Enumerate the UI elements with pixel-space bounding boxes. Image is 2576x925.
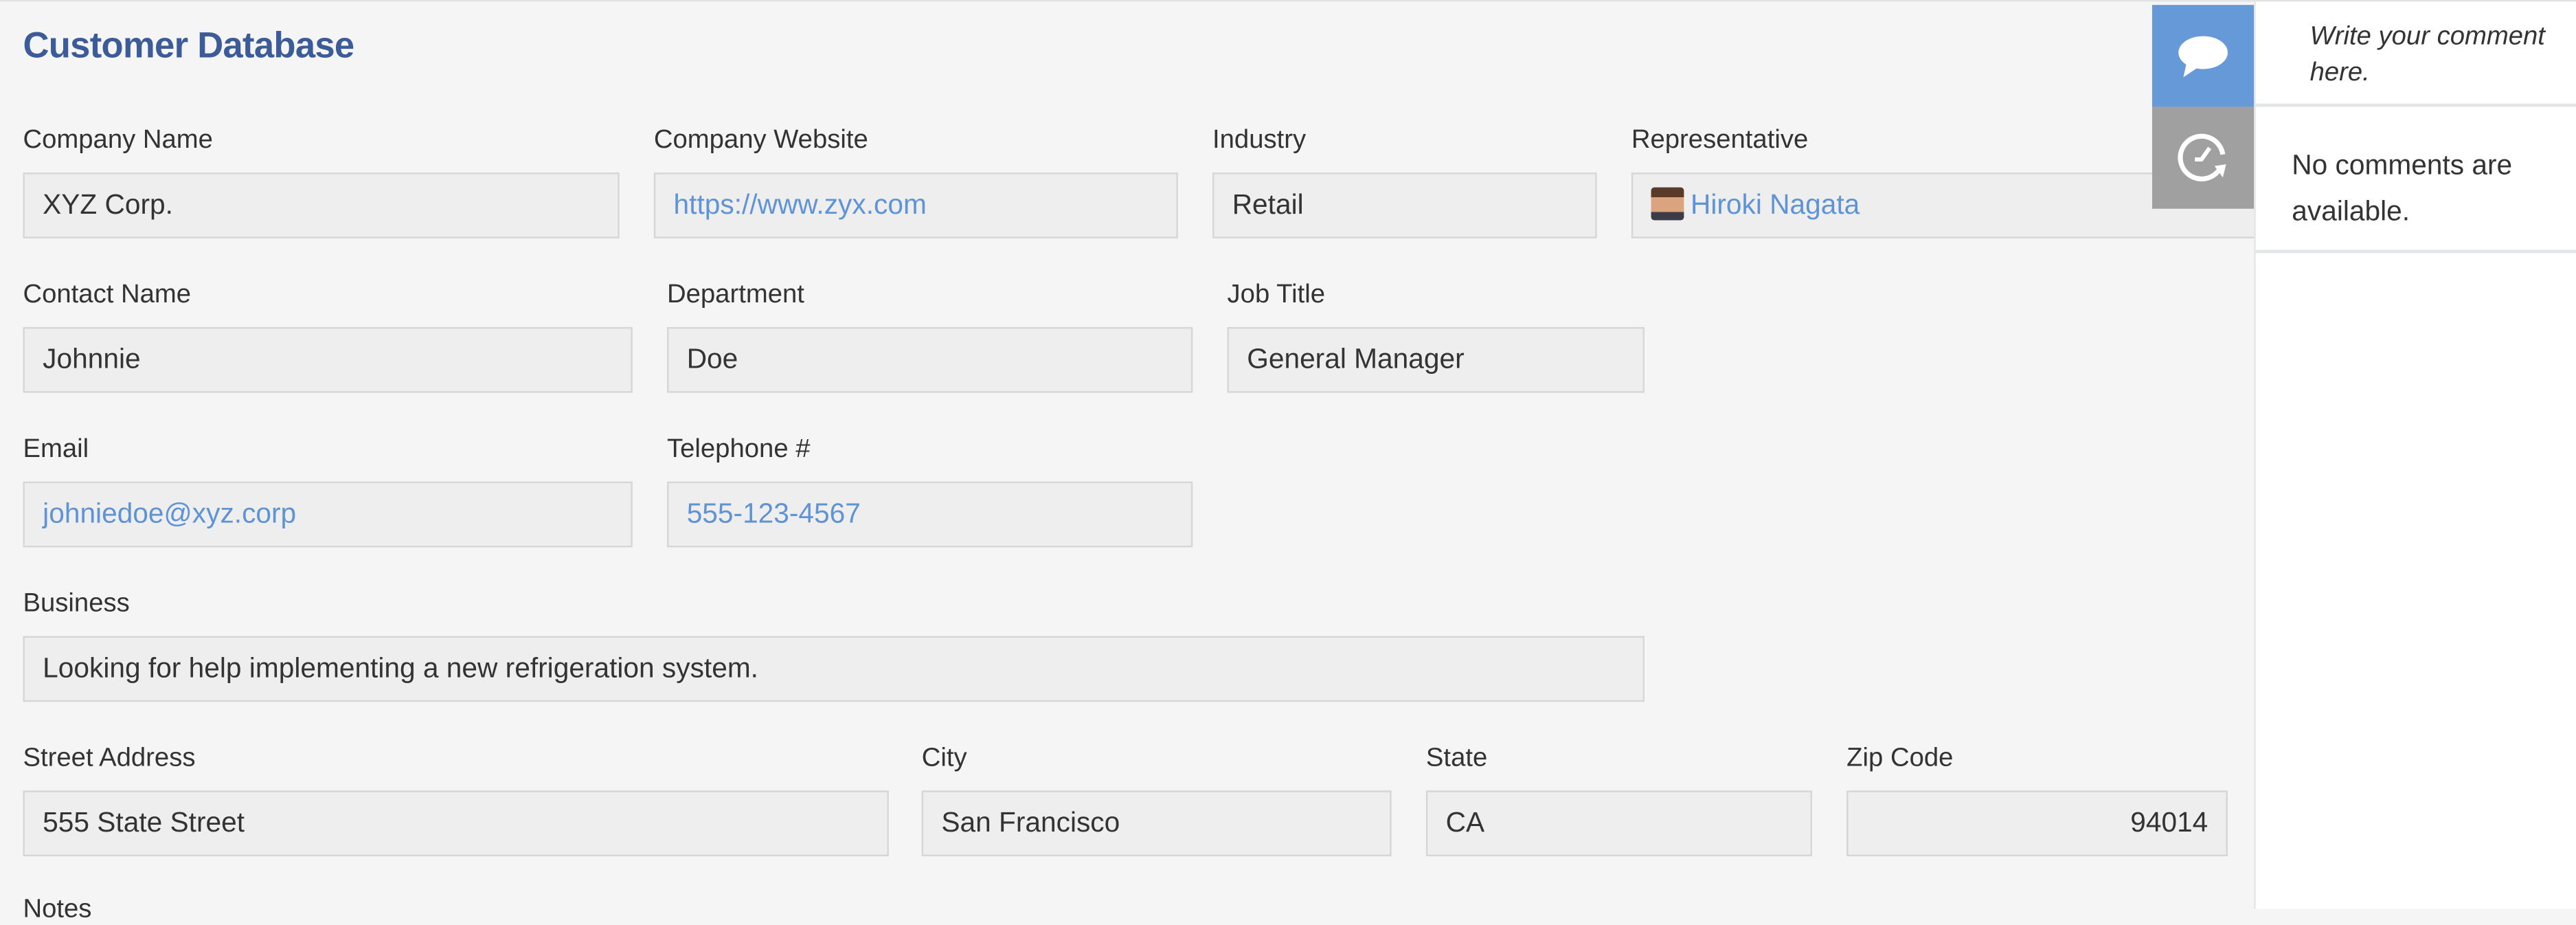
comments-panel: Write your comment here. No comments are…: [2254, 1, 2576, 909]
telephone-link[interactable]: 555-123-4567: [666, 481, 1193, 548]
no-comments-message: No comments are available.: [2292, 149, 2513, 227]
job-title-label: Job Title: [1227, 280, 1326, 309]
state-field[interactable]: CA: [1425, 790, 1812, 857]
industry-field[interactable]: Retail: [1212, 172, 1597, 238]
industry-label: Industry: [1212, 126, 1307, 155]
contact-name-field[interactable]: Johnnie: [23, 326, 633, 393]
representative-link[interactable]: Hiroki Nagata: [1691, 189, 1860, 220]
business-field[interactable]: Looking for help implementing a new refr…: [23, 636, 1645, 702]
company-name-field[interactable]: XYZ Corp.: [23, 172, 620, 238]
zip-field[interactable]: 94014: [1846, 790, 2228, 857]
city-field[interactable]: San Francisco: [921, 790, 1392, 857]
company-website-link[interactable]: https://www.zyx.com: [653, 172, 1178, 238]
notes-label: Notes: [23, 895, 92, 924]
email-link[interactable]: johniedoe@xyz.corp: [23, 481, 633, 548]
comment-input[interactable]: Write your comment here.: [2255, 1, 2576, 107]
divider: [2255, 249, 2576, 254]
telephone-label: Telephone #: [666, 435, 811, 464]
history-tab-button[interactable]: [2151, 107, 2255, 209]
business-label: Business: [23, 590, 130, 618]
comments-tab-button[interactable]: [2151, 5, 2255, 107]
zip-label: Zip Code: [1846, 744, 1954, 773]
company-website-label: Company Website: [653, 126, 868, 155]
street-field[interactable]: 555 State Street: [23, 790, 889, 857]
email-label: Email: [23, 435, 89, 464]
comment-icon: [2178, 36, 2228, 78]
page-title: Customer Database: [23, 24, 354, 66]
company-name-label: Company Name: [23, 126, 213, 155]
department-label: Department: [666, 280, 804, 309]
representative-label: Representative: [1631, 126, 1809, 155]
job-title-field[interactable]: General Manager: [1227, 326, 1645, 393]
avatar: [1651, 187, 1684, 221]
contact-name-label: Contact Name: [23, 280, 192, 309]
street-label: Street Address: [23, 744, 196, 773]
record-view: Customer Database Company Name XYZ Corp.…: [0, 0, 2576, 924]
city-label: City: [921, 744, 967, 773]
history-icon: [2178, 133, 2226, 181]
state-label: State: [1425, 744, 1488, 773]
department-field[interactable]: Doe: [666, 326, 1193, 393]
